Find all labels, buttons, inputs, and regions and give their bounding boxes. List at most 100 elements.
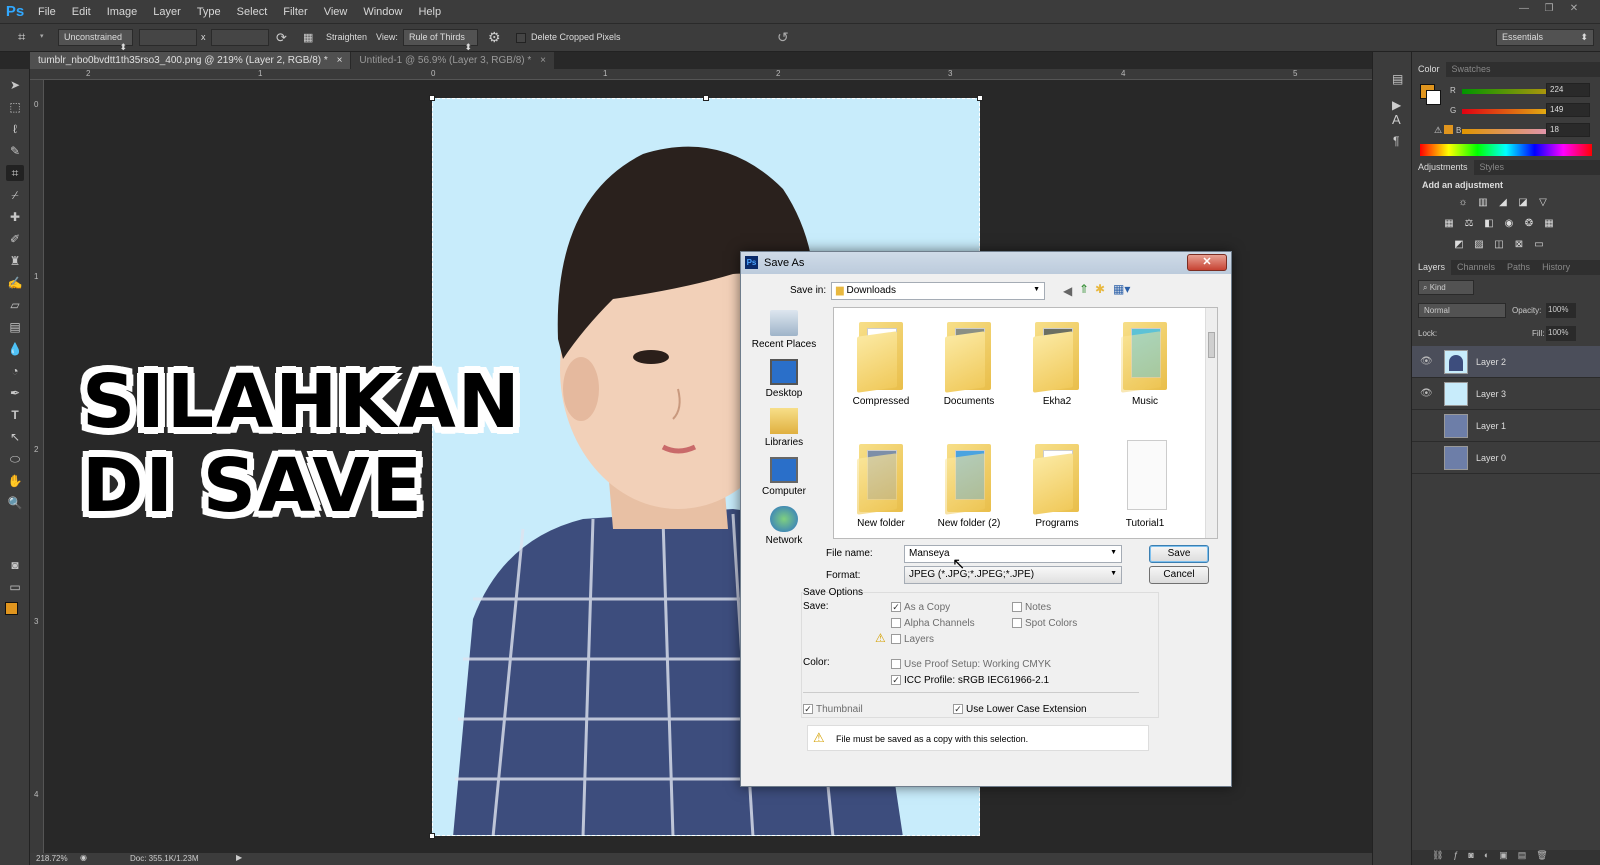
thumbnail-checkbox[interactable]: ✓ xyxy=(803,704,813,714)
history-brush-icon[interactable]: ✍ xyxy=(6,275,24,291)
back-icon[interactable]: ◀ xyxy=(1063,284,1072,298)
zoom-level[interactable]: 218.72% xyxy=(36,854,68,863)
view-menu-icon[interactable]: ▦▾ xyxy=(1113,282,1130,296)
crop-width-input[interactable] xyxy=(139,29,197,46)
collapse-strip[interactable] xyxy=(1372,52,1386,865)
crop-handle[interactable] xyxy=(977,95,983,101)
menu-layer[interactable]: Layer xyxy=(145,0,189,24)
file-item-music[interactable]: Music xyxy=(1102,314,1188,407)
posterize-icon[interactable]: ▨ xyxy=(1472,239,1486,251)
layer-row[interactable]: 👁 Layer 3 xyxy=(1412,378,1600,410)
history-panel-icon[interactable]: ▤ xyxy=(1392,72,1403,86)
minimize-icon[interactable]: — xyxy=(1515,3,1533,17)
crop-handle[interactable] xyxy=(429,95,435,101)
g-value[interactable]: 149 xyxy=(1546,103,1590,117)
close-window-icon[interactable]: ✕ xyxy=(1565,3,1583,17)
shape-tool-icon[interactable]: ⬭ xyxy=(6,451,24,467)
menu-type[interactable]: Type xyxy=(189,0,229,24)
restore-icon[interactable]: ❐ xyxy=(1540,3,1558,17)
tab-close-icon[interactable]: × xyxy=(540,55,546,66)
filename-input[interactable]: Manseya ▼ xyxy=(904,545,1122,563)
threshold-icon[interactable]: ◫ xyxy=(1492,239,1506,251)
tab-styles[interactable]: Styles xyxy=(1474,160,1511,175)
crop-ratio-select[interactable]: Unconstrained ⬍ xyxy=(58,29,133,52)
crop-tool-icon[interactable]: ⌗ xyxy=(6,165,24,181)
character-icon[interactable]: A xyxy=(1392,112,1401,127)
delete-cropped-checkbox[interactable] xyxy=(516,33,526,43)
file-item-new-folder-2[interactable]: New folder (2) xyxy=(926,436,1012,529)
menu-filter[interactable]: Filter xyxy=(275,0,315,24)
foreground-color-swatch[interactable] xyxy=(5,602,18,615)
swap-icon[interactable]: ⟳ xyxy=(276,30,287,46)
crop-tool-icon[interactable]: ⌗ xyxy=(18,29,25,45)
tool-preset-arrow-icon[interactable]: ▾ xyxy=(40,32,44,40)
workspace-select[interactable]: Essentials ⬍ xyxy=(1496,29,1594,46)
eyedropper-tool-icon[interactable]: ⌿ xyxy=(6,187,24,203)
quick-mask-icon[interactable]: ◙ xyxy=(6,557,24,573)
menu-help[interactable]: Help xyxy=(410,0,449,24)
proof-setup-checkbox[interactable] xyxy=(891,659,901,669)
path-select-tool-icon[interactable]: ↖ xyxy=(6,429,24,445)
menu-edit[interactable]: Edit xyxy=(64,0,99,24)
gradient-tool-icon[interactable]: ▤ xyxy=(6,319,24,335)
place-computer[interactable]: Computer xyxy=(747,457,821,497)
visibility-eye-icon[interactable]: 👁 xyxy=(1420,356,1433,367)
layer-name[interactable]: Layer 2 xyxy=(1476,357,1506,367)
bg-color-swatch[interactable] xyxy=(1426,90,1441,105)
tab-paths[interactable]: Paths xyxy=(1501,260,1536,275)
r-value[interactable]: 224 xyxy=(1546,83,1590,97)
menu-select[interactable]: Select xyxy=(229,0,276,24)
lower-case-checkbox[interactable]: ✓ xyxy=(953,704,963,714)
reset-icon[interactable]: ↺ xyxy=(777,29,789,46)
channel-mixer-icon[interactable]: ❂ xyxy=(1522,218,1536,230)
stamp-tool-icon[interactable]: ♜ xyxy=(6,253,24,269)
visibility-eye-icon[interactable]: 👁 xyxy=(1420,388,1433,399)
alpha-checkbox[interactable] xyxy=(891,618,901,628)
type-tool-icon[interactable]: T xyxy=(6,407,24,423)
actions-panel-icon[interactable]: ▶ xyxy=(1392,98,1401,112)
tab-channels[interactable]: Channels xyxy=(1451,260,1501,275)
brush-tool-icon[interactable]: ✐ xyxy=(6,231,24,247)
brightness-icon[interactable]: ☼ xyxy=(1456,197,1470,209)
tab-swatches[interactable]: Swatches xyxy=(1446,62,1497,77)
selective-color-icon[interactable]: ⊠ xyxy=(1512,239,1526,251)
layer-name[interactable]: Layer 3 xyxy=(1476,389,1506,399)
up-folder-icon[interactable]: ⇑ xyxy=(1079,282,1089,296)
crop-handle[interactable] xyxy=(429,833,435,839)
menu-window[interactable]: Window xyxy=(355,0,410,24)
dialog-close-button[interactable]: ✕ xyxy=(1187,254,1227,271)
marquee-tool-icon[interactable]: ⬚ xyxy=(6,99,24,115)
status-arrow-icon[interactable]: ▶ xyxy=(236,853,242,862)
place-network[interactable]: Network xyxy=(747,506,821,546)
save-in-select[interactable]: ▆ Downloads ▼ xyxy=(831,282,1045,300)
gamut-swatch[interactable] xyxy=(1444,125,1453,134)
gear-icon[interactable]: ⚙ xyxy=(488,29,501,46)
straighten-icon[interactable]: ▦ xyxy=(303,31,313,44)
status-info-icon[interactable]: ◉ xyxy=(80,853,87,862)
cancel-button[interactable]: Cancel xyxy=(1149,566,1209,584)
tab-layers[interactable]: Layers xyxy=(1412,260,1452,275)
notes-checkbox[interactable] xyxy=(1012,602,1022,612)
spot-colors-checkbox[interactable] xyxy=(1012,618,1022,628)
b-value[interactable]: 18 xyxy=(1546,123,1590,137)
curves-icon[interactable]: ◢ xyxy=(1496,197,1510,209)
bw-icon[interactable]: ◧ xyxy=(1482,218,1496,230)
layer-row[interactable]: 👁 Layer 2 xyxy=(1412,346,1600,378)
gradient-map-icon[interactable]: ▭ xyxy=(1532,239,1546,251)
overlay-view-select[interactable]: Rule of Thirds ⬍ xyxy=(403,29,478,52)
pen-tool-icon[interactable]: ✒ xyxy=(6,385,24,401)
invert-icon[interactable]: ◩ xyxy=(1452,239,1466,251)
icc-profile-checkbox[interactable]: ✓ xyxy=(891,675,901,685)
format-select[interactable]: JPEG (*.JPG;*.JPEG;*.JPE) ▼ xyxy=(904,566,1122,584)
exposure-icon[interactable]: ◪ xyxy=(1516,197,1530,209)
eraser-tool-icon[interactable]: ▱ xyxy=(6,297,24,313)
layers-footer-icons[interactable]: ⛓ƒ◙◐▣▤🗑 xyxy=(1412,850,1600,865)
color-lookup-icon[interactable]: ▦ xyxy=(1542,218,1556,230)
layer-kind-filter[interactable]: ⌕ Kind xyxy=(1418,280,1474,295)
tab-adjustments[interactable]: Adjustments xyxy=(1412,160,1474,175)
zoom-tool-icon[interactable]: 🔍 xyxy=(6,495,24,511)
save-button[interactable]: Save xyxy=(1149,545,1209,563)
file-list[interactable]: Compressed Documents Ekha2 Music New fol… xyxy=(833,307,1218,539)
photo-filter-icon[interactable]: ◉ xyxy=(1502,218,1516,230)
layers-checkbox[interactable] xyxy=(891,634,901,644)
